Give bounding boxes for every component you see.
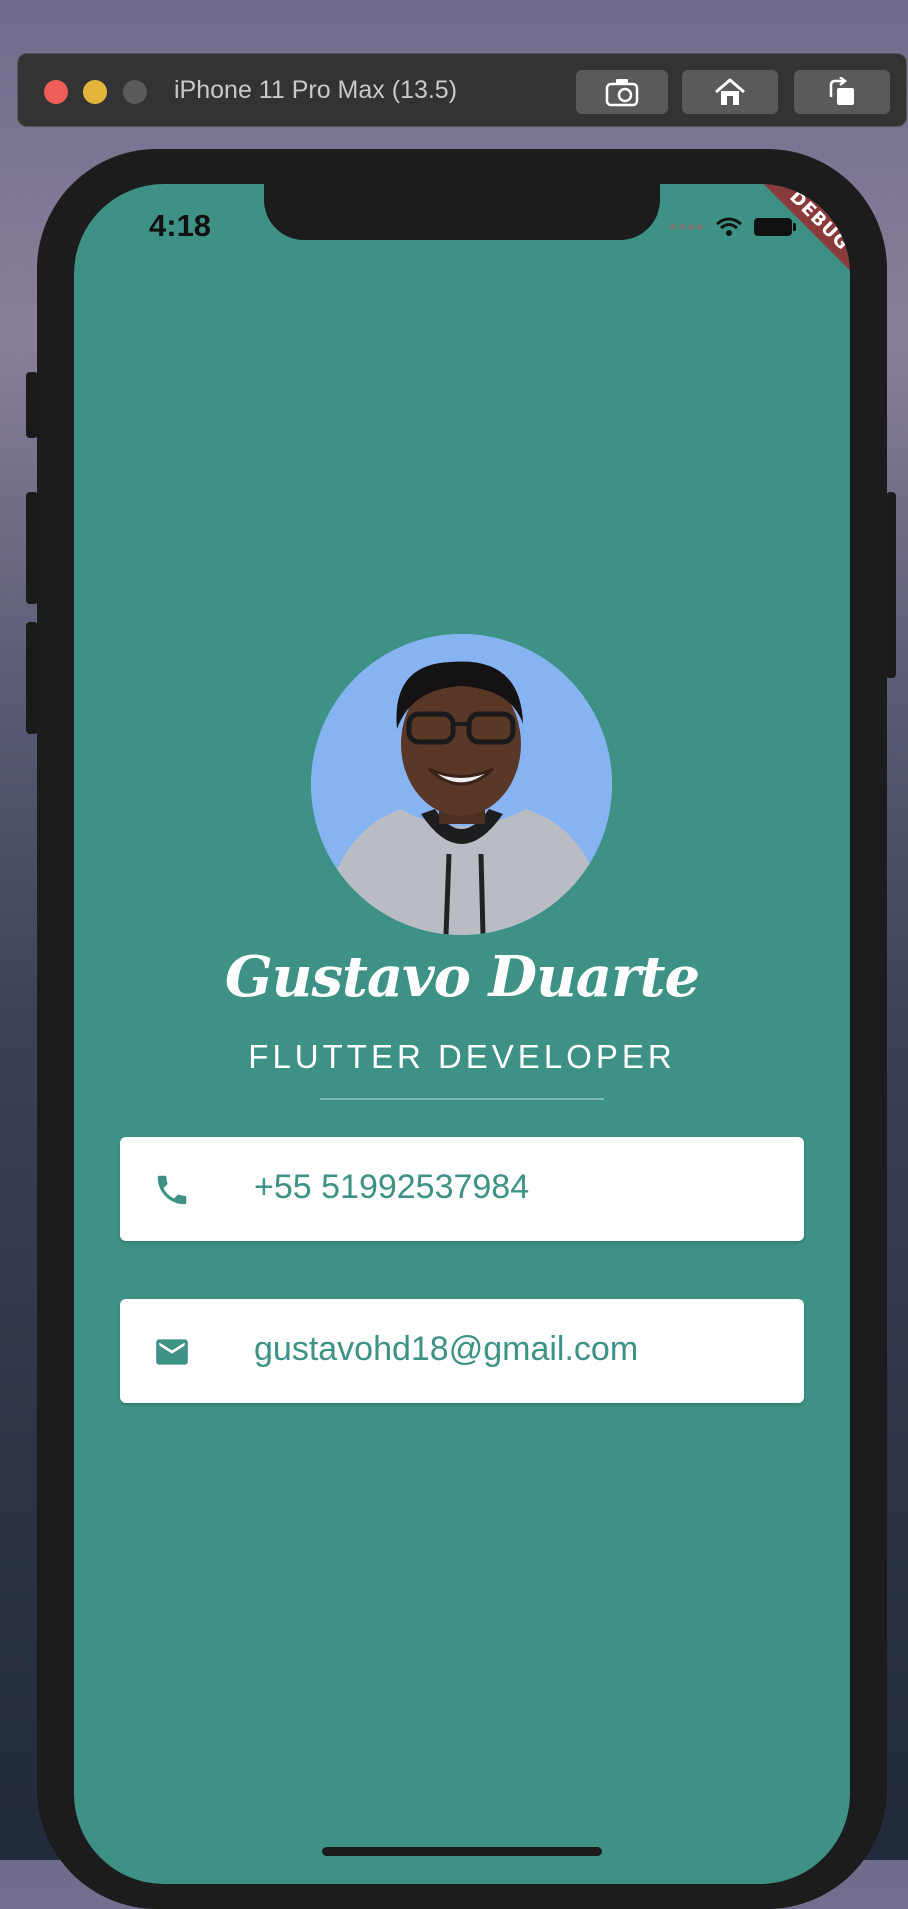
phone-icon	[157, 1175, 187, 1205]
close-window-button[interactable]	[44, 80, 68, 104]
notch	[264, 184, 660, 240]
phone-card[interactable]: +55 51992537984	[120, 1137, 804, 1241]
avatar	[311, 634, 612, 935]
divider	[320, 1098, 604, 1100]
profile-title: FLUTTER DEVELOPER	[248, 1038, 676, 1075]
simulator-toolbar: iPhone 11 Pro Max (13.5)	[17, 53, 907, 127]
app-screen: 4:18 DEBUG Gustavo Duarte FLUTTER DEVELO…	[74, 184, 850, 1884]
maximize-window-button[interactable]	[123, 80, 147, 104]
home-icon	[715, 78, 745, 105]
silent-switch	[26, 372, 38, 438]
home-indicator[interactable]	[322, 1847, 602, 1856]
camera-icon	[605, 79, 639, 107]
rotate-button[interactable]	[794, 70, 890, 114]
rotate-icon	[829, 77, 854, 105]
wifi-icon	[716, 217, 742, 236]
battery-icon	[754, 218, 796, 236]
simulator-title: iPhone 11 Pro Max (13.5)	[174, 76, 458, 104]
volume-down-button	[26, 622, 38, 734]
email-card[interactable]: gustavohd18@gmail.com	[120, 1299, 804, 1403]
status-time: 4:18	[149, 208, 212, 243]
email-address: gustavohd18@gmail.com	[254, 1330, 639, 1368]
email-icon	[156, 1339, 188, 1365]
phone-number: +55 51992537984	[254, 1168, 530, 1206]
power-button	[886, 492, 896, 678]
profile-name: Gustavo Duarte	[224, 944, 700, 1010]
home-button[interactable]	[682, 70, 778, 114]
status-icons	[669, 216, 797, 238]
signal-icon	[670, 224, 703, 230]
minimize-window-button[interactable]	[83, 80, 107, 104]
volume-up-button	[26, 492, 38, 604]
screenshot-button[interactable]	[576, 70, 668, 114]
